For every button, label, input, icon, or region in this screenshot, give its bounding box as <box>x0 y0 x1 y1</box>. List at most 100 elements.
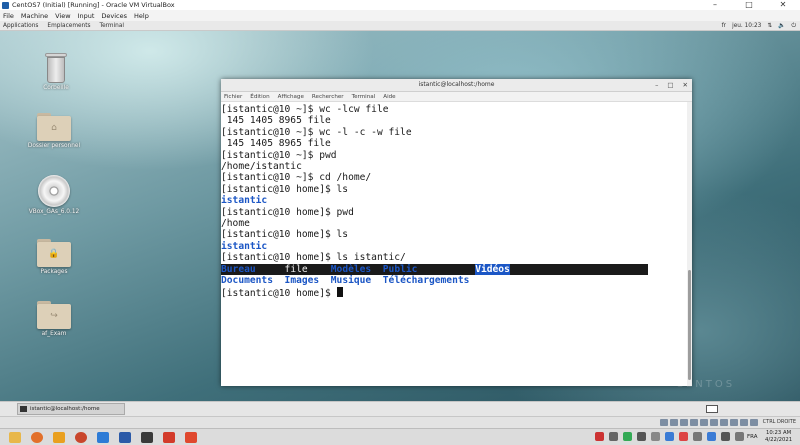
desktop-icon-label: Packages <box>40 269 68 275</box>
clock[interactable]: jeu. 10:23 <box>732 23 761 29</box>
optical-drive-icon[interactable] <box>670 419 678 426</box>
tray-icon[interactable] <box>707 432 716 441</box>
terminal-line: /home/istantic <box>221 161 302 173</box>
ls-entry-documents: Documents <box>221 275 273 287</box>
taskbar-clock[interactable]: 10:23 AM 4/22/2021 <box>765 430 792 444</box>
input-language[interactable]: FRA <box>747 434 758 440</box>
triangle-app-icon[interactable] <box>53 432 65 443</box>
terminal-line: 145 1405 8965 file <box>221 115 331 127</box>
terminal-line: [istantic@10 home]$ ls <box>221 183 349 195</box>
taskbar-terminal-entry[interactable]: istantic@localhost:/home <box>17 403 125 415</box>
menu-machine[interactable]: Machine <box>21 12 48 20</box>
terminal-window[interactable]: istantic@localhost:/home – □ ✕ Fichier É… <box>221 79 692 386</box>
red-square-app-icon[interactable] <box>185 432 197 443</box>
terminal-menu-edit[interactable]: Édition <box>250 94 269 100</box>
tray-icon[interactable] <box>735 432 744 441</box>
terminal-line: [istantic@10 home]$ ls istantic/ <box>221 252 406 264</box>
link-folder-icon: ↪ <box>37 301 71 329</box>
terminal-close-button[interactable]: ✕ <box>683 79 688 91</box>
desktop-icon-label: Dossier personnel <box>27 143 81 149</box>
close-button[interactable]: ✕ <box>766 0 800 10</box>
desktop-icon-exam[interactable]: ↪ af_Exam <box>24 301 84 337</box>
menu-input[interactable]: Input <box>78 12 95 20</box>
red-app-icon[interactable] <box>163 432 175 443</box>
ls-entry-musique: Musique <box>330 275 372 287</box>
ls-entry-public: Public <box>382 263 418 275</box>
terminal-title-bar[interactable]: istantic@localhost:/home – □ ✕ <box>221 79 692 92</box>
desktop-icon-label: VBox_GAs_6.0.12 <box>28 209 80 215</box>
terminal-icon <box>20 406 27 412</box>
file-explorer-icon[interactable] <box>9 432 21 443</box>
terminal-line: 145 1405 8965 file <box>221 138 331 150</box>
minimize-button[interactable]: – <box>698 0 732 10</box>
tray-icon[interactable] <box>637 432 646 441</box>
terminal-menu-search[interactable]: Rechercher <box>312 94 344 100</box>
dark-app-icon[interactable] <box>141 432 153 443</box>
display-icon[interactable] <box>720 419 728 426</box>
terminal-line: [istantic@10 home]$ ls <box>221 229 349 241</box>
mouse-integration-icon[interactable] <box>740 419 748 426</box>
locked-folder-icon: 🔒 <box>37 239 71 267</box>
desktop-icon-vbox-disc[interactable]: VBox_GAs_6.0.12 <box>24 175 84 215</box>
terminal-output[interactable]: [istantic@10 ~]$ wc -lcw file 145 1405 8… <box>221 102 687 386</box>
tray-icon[interactable] <box>651 432 660 441</box>
tray-icon[interactable] <box>679 432 688 441</box>
applications-menu[interactable]: Applications <box>3 23 38 29</box>
terminal-cursor <box>336 286 343 297</box>
gnome-bottom-panel: istantic@localhost:/home <box>0 401 800 416</box>
terminal-menu-bar: Fichier Édition Affichage Rechercher Ter… <box>221 92 692 102</box>
desktop-icon-label: Corbeille <box>43 85 69 91</box>
terminal-line: [istantic@10 home]$ pwd <box>221 206 354 218</box>
menu-file[interactable]: File <box>3 12 14 20</box>
terminal-maximize-button[interactable]: □ <box>667 79 673 91</box>
network-adapter-icon[interactable] <box>690 419 698 426</box>
shared-folder-icon[interactable] <box>710 419 718 426</box>
keyboard-layout[interactable]: fr <box>722 23 726 29</box>
hdd-icon[interactable] <box>660 419 668 426</box>
terminal-dir-entry: istantic <box>221 195 268 207</box>
tray-icon[interactable] <box>721 432 730 441</box>
power-icon[interactable]: ⏻ <box>791 23 796 30</box>
network-icon[interactable]: ⇅ <box>767 23 772 29</box>
firefox-icon[interactable] <box>31 432 43 443</box>
menu-devices[interactable]: Devices <box>101 12 127 20</box>
trash-icon <box>45 53 67 83</box>
home-folder-icon: ⌂ <box>37 113 71 141</box>
tray-icon[interactable] <box>665 432 674 441</box>
keyboard-capture-icon[interactable] <box>750 419 758 426</box>
tray-icon[interactable] <box>595 432 604 441</box>
ls-entry-bureau: Bureau <box>221 263 256 275</box>
desktop-icon-trash[interactable]: Corbeille <box>26 53 86 91</box>
scrollbar-thumb[interactable] <box>688 270 691 380</box>
menu-help[interactable]: Help <box>134 12 149 20</box>
taskbar-date: 4/22/2021 <box>765 437 793 443</box>
terminal-scrollbar[interactable] <box>687 102 692 386</box>
maximize-button[interactable]: □ <box>732 0 766 10</box>
powerpoint-icon[interactable] <box>75 432 87 443</box>
tray-icon[interactable] <box>623 432 632 441</box>
gnome-top-bar: Applications Emplacements Terminal fr je… <box>0 21 800 31</box>
ls-entry-telechargements: Téléchargements <box>382 275 470 287</box>
volume-icon[interactable]: 🔈 <box>778 23 785 29</box>
usb-icon[interactable] <box>700 419 708 426</box>
audio-icon[interactable] <box>680 419 688 426</box>
menu-view[interactable]: View <box>55 12 70 20</box>
tray-icon[interactable] <box>609 432 618 441</box>
terminal-menu-file[interactable]: Fichier <box>224 94 242 100</box>
terminal-minimize-button[interactable]: – <box>655 79 658 91</box>
desktop-icon-home[interactable]: ⌂ Dossier personnel <box>24 113 84 149</box>
terminal-app-menu[interactable]: Terminal <box>100 23 125 29</box>
terminal-menu-terminal[interactable]: Terminal <box>352 94 376 100</box>
recording-icon[interactable] <box>730 419 738 426</box>
terminal-menu-help[interactable]: Aide <box>383 94 395 100</box>
desktop-icon-packages[interactable]: 🔒 Packages <box>24 239 84 275</box>
virtualbox-icon <box>2 1 9 9</box>
vscode-icon[interactable] <box>97 432 109 443</box>
workspace-switcher[interactable] <box>706 405 718 413</box>
places-menu[interactable]: Emplacements <box>47 23 90 29</box>
tray-icon[interactable] <box>693 432 702 441</box>
ls-entry-file: file <box>284 263 308 275</box>
virtualbox-taskbar-icon[interactable] <box>119 432 131 443</box>
terminal-menu-view[interactable]: Affichage <box>278 94 304 100</box>
host-window-title: CentOS7 (Initial) [Running] - Oracle VM … <box>12 1 175 9</box>
